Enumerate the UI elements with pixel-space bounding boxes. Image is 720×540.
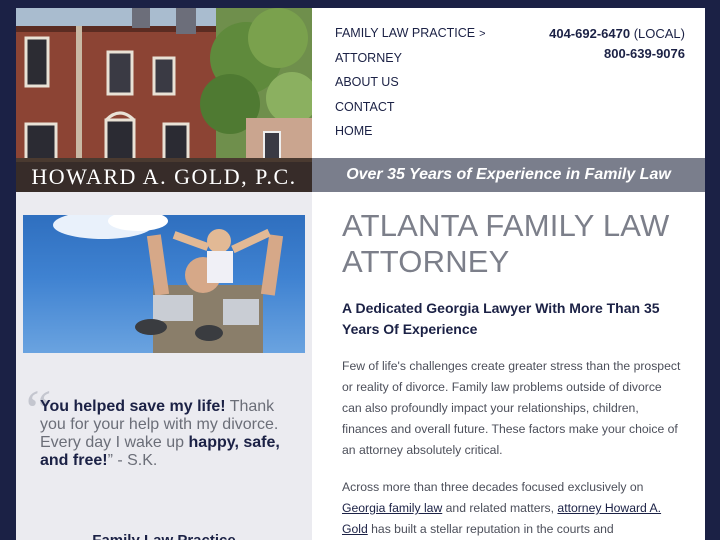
hero-building-photo: HOWARD A. GOLD, P.C. [16,8,312,192]
chevron-right-icon: > [479,28,486,40]
paragraph-text: has built a stellar reputation in the co… [367,522,614,536]
father-child-illustration [53,215,284,353]
father-child-photo [23,215,305,353]
paragraph-text: and related matters, [442,501,558,515]
nav-item-about-us[interactable]: ABOUT US [335,73,535,98]
paragraph-text: Across more than three decades focused e… [342,480,644,494]
intro-paragraph: Few of life's challenges create greater … [342,359,681,457]
local-phone-label: (LOCAL) [633,26,685,41]
local-phone-link[interactable]: 404-692-6470 [549,26,630,41]
page-title: ATLANTA FAMILY LAW ATTORNEY [342,208,670,279]
page: HOWARD A. GOLD, P.C. FAMILY LAW PRACTICE… [16,8,705,540]
main-content: ATLANTA FAMILY LAW ATTORNEY A Dedicated … [342,208,682,540]
nav-item-contact[interactable]: CONTACT [335,98,535,123]
nav-item-home[interactable]: HOME [335,122,535,147]
nav-item-attorney[interactable]: ATTORNEY [335,49,535,74]
georgia-family-law-link[interactable]: Georgia family law [342,501,442,515]
sidebar-heading: Family Law Practice [16,532,312,540]
testimonial-lead: You helped save my life! [40,398,226,415]
main-nav: FAMILY LAW PRACTICE > ATTORNEY ABOUT US C… [335,24,535,147]
tagline-banner: Over 35 Years of Experience in Family La… [312,158,705,192]
tollfree-phone-link[interactable]: 800-639-9076 [604,46,685,61]
tollfree-phone-line: 800-639-9076 [549,44,685,64]
nav-item-family-law-practice[interactable]: FAMILY LAW PRACTICE > [335,24,535,49]
nav-item-label: FAMILY LAW PRACTICE [335,26,476,40]
sidebar: “ You helped save my life! Thank you for… [16,192,312,540]
phone-block: 404-692-6470 (LOCAL) 800-639-9076 [549,24,685,64]
local-phone-line: 404-692-6470 (LOCAL) [549,24,685,44]
page-subtitle: A Dedicated Georgia Lawyer With More Tha… [342,300,660,337]
testimonial-attribution: ” - S.K. [107,452,158,469]
firm-name-logo: HOWARD A. GOLD, P.C. [16,162,312,192]
testimonial: You helped save my life! Thank you for y… [40,398,302,470]
experience-paragraph: Across more than three decades focused e… [342,477,682,540]
